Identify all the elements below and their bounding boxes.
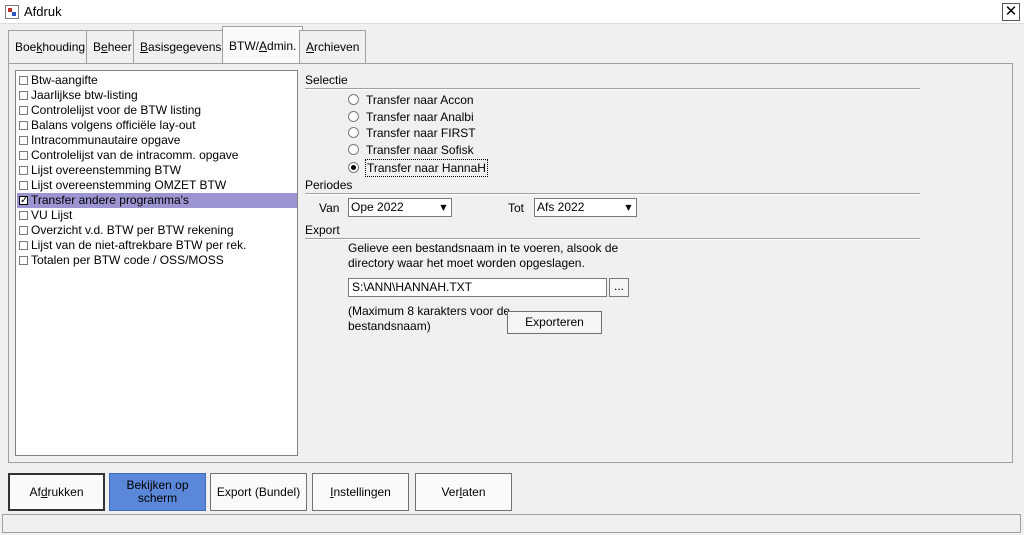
list-item[interactable]: Controlelijst voor de BTW listing <box>17 103 297 118</box>
report-list[interactable]: Btw-aangifte Jaarlijkse btw-listing Cont… <box>15 70 298 456</box>
checkbox[interactable] <box>19 211 28 220</box>
checkbox[interactable] <box>19 91 28 100</box>
radio-button[interactable] <box>348 94 359 105</box>
status-bar <box>2 514 1021 533</box>
checkbox[interactable] <box>19 106 28 115</box>
radio-button-selected[interactable] <box>348 162 359 173</box>
checkbox[interactable] <box>19 166 28 175</box>
export-label: Export <box>305 223 340 237</box>
title-bar: Afdruk ✕ <box>0 0 1024 24</box>
tab-basisgegevens[interactable]: Basisgegevens <box>133 30 229 63</box>
tab-beheer[interactable]: Beheer <box>86 30 139 63</box>
list-item-selected[interactable]: Transfer andere programma's <box>17 193 297 208</box>
tab-btw-admin[interactable]: BTW/Admin. <box>222 26 304 64</box>
print-button[interactable]: Af d rukken <box>8 473 105 511</box>
checkbox[interactable] <box>19 151 28 160</box>
list-item[interactable]: VU Lijst <box>17 208 297 223</box>
export-instructions: Gelieve een bestandsnaam in te voeren, a… <box>348 241 619 270</box>
divider <box>305 88 920 90</box>
divider <box>305 238 920 240</box>
filename-input[interactable]: S:\ANN\HANNAH.TXT <box>348 278 607 297</box>
filename-note: (Maximum 8 karakters voor de bestandsnaa… <box>348 304 511 333</box>
checkbox[interactable] <box>19 181 28 190</box>
list-item[interactable]: Btw-aangifte <box>17 73 297 88</box>
radio-button[interactable] <box>348 127 359 138</box>
selectie-label: Selectie <box>305 73 348 87</box>
tot-select[interactable]: Afs 2022 ▼ <box>534 198 637 217</box>
list-item[interactable]: Intracommunautaire opgave <box>17 133 297 148</box>
list-item[interactable]: Jaarlijkse btw-listing <box>17 88 297 103</box>
tab-archieven[interactable]: Archieven <box>299 30 367 63</box>
list-item[interactable]: Lijst overeenstemming BTW <box>17 163 297 178</box>
checkbox[interactable] <box>19 121 28 130</box>
window-title: Afdruk <box>24 4 62 19</box>
radio-button[interactable] <box>348 111 359 122</box>
chevron-down-icon[interactable]: ▼ <box>435 199 451 216</box>
checkbox-checked[interactable] <box>19 193 28 208</box>
checkbox[interactable] <box>19 226 28 235</box>
checkbox[interactable] <box>19 136 28 145</box>
radio-button[interactable] <box>348 144 359 155</box>
close-window-button[interactable]: ✕ <box>1002 3 1020 21</box>
periodes-label: Periodes <box>305 178 353 192</box>
tab-boekhouding[interactable]: Boekhouding <box>8 30 93 63</box>
exporteren-button[interactable]: Exporteren <box>507 311 602 334</box>
chevron-down-icon[interactable]: ▼ <box>620 199 636 216</box>
settings-button[interactable]: Instellingen <box>312 473 409 511</box>
close-button[interactable]: Ver l aten <box>415 473 512 511</box>
app-icon <box>5 5 19 19</box>
list-item[interactable]: Overzicht v.d. BTW per BTW rekening <box>17 223 297 238</box>
list-item[interactable]: Balans volgens officiële lay-out <box>17 118 297 133</box>
list-item[interactable]: Controlelijst van de intracomm. opgave <box>17 148 297 163</box>
browse-button[interactable]: ... <box>609 278 629 297</box>
van-label: Van <box>319 201 340 215</box>
preview-on-screen-button[interactable]: Bekijken op scherm <box>109 473 206 511</box>
export-bundle-button[interactable]: Export (Bundel) <box>210 473 307 511</box>
checkbox[interactable] <box>19 241 28 250</box>
list-item[interactable]: Lijst overeenstemming OMZET BTW <box>17 178 297 193</box>
van-select[interactable]: Ope 2022 ▼ <box>348 198 452 217</box>
divider <box>305 193 920 195</box>
checkbox[interactable] <box>19 76 28 85</box>
tot-label: Tot <box>508 201 525 215</box>
checkbox[interactable] <box>19 256 28 265</box>
list-item[interactable]: Lijst van de niet-aftrekbare BTW per rek… <box>17 238 297 253</box>
list-item[interactable]: Totalen per BTW code / OSS/MOSS <box>17 253 297 268</box>
